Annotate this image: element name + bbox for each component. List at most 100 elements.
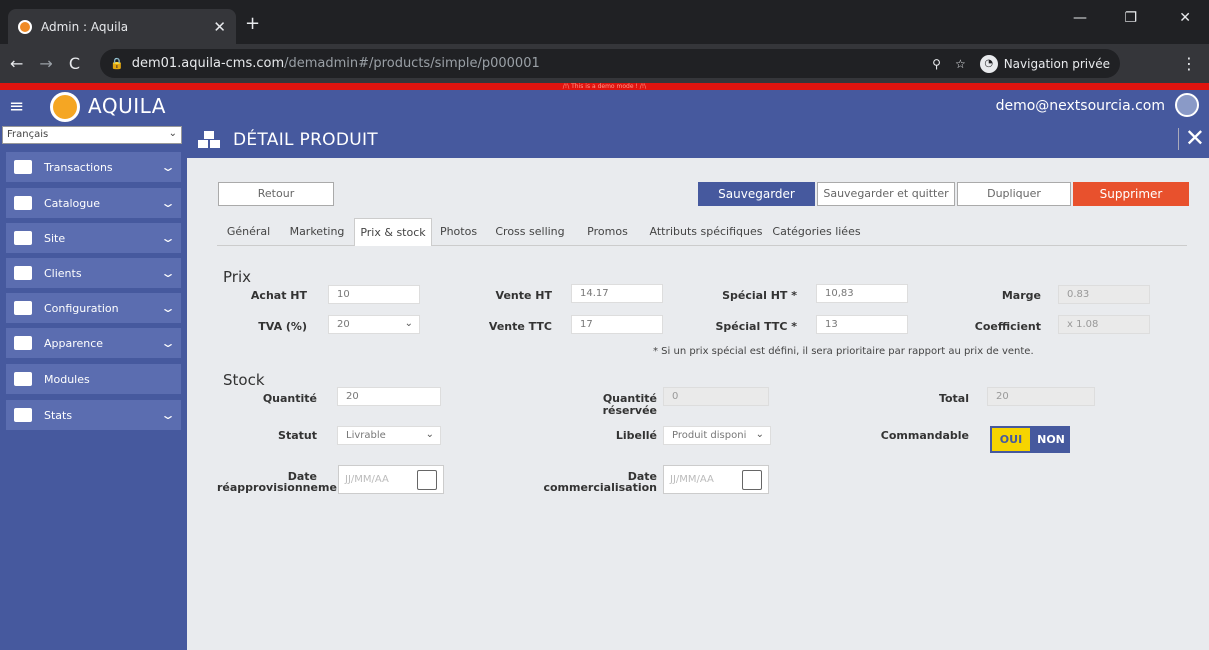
tab-categories[interactable]: Catégories liées (772, 218, 861, 246)
url-host: dem01.aquila-cms.com (131, 56, 285, 71)
special-ttc-input[interactable]: 13 (816, 315, 908, 334)
tab-marketing[interactable]: Marketing (280, 218, 354, 246)
total-field: 20 (987, 387, 1095, 406)
achat-ht-input[interactable]: 10 (328, 285, 420, 304)
reservee-label-2: réservée (602, 404, 657, 417)
incognito-indicator[interactable]: ◔ Navigation privée (979, 55, 1110, 73)
sidebar-item-site[interactable]: Site ⌄ (6, 223, 181, 253)
browser-tab-title: Admin : Aquila (41, 19, 129, 34)
incognito-label: Navigation privée (1003, 57, 1110, 71)
back-arrow-icon[interactable]: ← (10, 54, 23, 73)
calendar-icon[interactable] (742, 470, 762, 490)
sidebar-item-label: Catalogue (44, 196, 100, 210)
total-label: Total (938, 392, 969, 405)
hamburger-menu-icon[interactable]: ≡ (9, 96, 24, 117)
new-tab-icon[interactable]: + (245, 13, 260, 34)
favicon-icon (18, 19, 32, 34)
libelle-select-value: Produit disponi (672, 430, 747, 441)
close-icon[interactable]: ✕ (1185, 124, 1205, 152)
tva-label: TVA (%) (258, 320, 307, 333)
database-icon (14, 196, 32, 210)
lock-icon: 🔒 (110, 57, 124, 70)
zoom-icon[interactable]: ⚲ (932, 57, 941, 71)
language-select[interactable]: Français ⌄ (2, 126, 182, 144)
chevron-down-icon: ⌄ (159, 160, 177, 174)
minimize-icon[interactable]: — (1073, 10, 1087, 26)
boxes-icon (198, 131, 220, 148)
reservee-field: 0 (663, 387, 769, 406)
brand-name: AQUILA (88, 94, 166, 118)
url-path: /demadmin#/products/simple/p000001 (284, 56, 540, 71)
chevron-down-icon: ⌄ (755, 429, 764, 440)
sidebar-item-modules[interactable]: Modules (6, 364, 181, 394)
save-button[interactable]: Sauvegarder (698, 182, 815, 206)
sidebar-item-clients[interactable]: Clients ⌄ (6, 258, 181, 288)
browser-tab[interactable]: Admin : Aquila ✕ (8, 9, 236, 44)
back-button[interactable]: Retour (218, 182, 334, 206)
handshake-icon (14, 160, 32, 174)
date-reappro-placeholder: JJ/MM/AA (345, 474, 389, 485)
forward-arrow-icon[interactable]: → (39, 54, 52, 73)
chevron-down-icon: ⌄ (425, 429, 434, 440)
close-tab-icon[interactable]: ✕ (213, 18, 226, 36)
tab-general[interactable]: Général (217, 218, 280, 246)
monitor-icon (14, 336, 32, 350)
delete-button[interactable]: Supprimer (1073, 182, 1189, 206)
sidebar-item-transactions[interactable]: Transactions ⌄ (6, 152, 181, 182)
sidebar-item-catalogue[interactable]: Catalogue ⌄ (6, 188, 181, 218)
commandable-toggle[interactable]: OUI NON (990, 426, 1070, 453)
url-field[interactable]: 🔒 dem01.aquila-cms.com /demadmin#/produc… (100, 49, 1120, 78)
special-ht-input[interactable]: 10,83 (816, 284, 908, 303)
sidebar-item-label: Site (44, 231, 66, 245)
commandable-label: Commandable (880, 429, 969, 442)
sidebar-item-label: Transactions (44, 160, 113, 174)
date-comm-placeholder: JJ/MM/AA (670, 474, 714, 485)
star-icon[interactable]: ☆ (955, 57, 966, 71)
chevron-down-icon: ⌄ (159, 266, 177, 280)
stock-heading: Stock (223, 371, 265, 389)
marge-label: Marge (1001, 289, 1041, 302)
user-avatar-icon[interactable] (1175, 93, 1199, 117)
wrench-icon (14, 301, 32, 315)
libelle-select[interactable]: Produit disponi ⌄ (663, 426, 771, 445)
sidebar-item-configuration[interactable]: Configuration ⌄ (6, 293, 181, 323)
calendar-icon[interactable] (417, 470, 437, 490)
statut-select[interactable]: Livrable ⌄ (337, 426, 441, 445)
special-ht-label: Spécial HT * (722, 289, 797, 302)
statut-label: Statut (278, 429, 317, 442)
sidebar-item-label: Clients (44, 266, 82, 280)
divider (1178, 128, 1179, 150)
date-comm-input[interactable]: JJ/MM/AA (663, 465, 769, 494)
reload-icon[interactable]: C (69, 54, 80, 73)
duplicate-button[interactable]: Dupliquer (957, 182, 1071, 206)
sidebar-item-label: Modules (44, 372, 90, 386)
sidebar-item-label: Apparence (44, 336, 104, 350)
date-reappro-input[interactable]: JJ/MM/AA (338, 465, 444, 494)
product-tabs: Général Marketing Prix & stock Photos Cr… (217, 218, 1187, 246)
prix-heading: Prix (223, 268, 251, 286)
restore-icon[interactable]: ❐ (1124, 10, 1137, 26)
user-email[interactable]: demo@nextsourcia.com (996, 98, 1165, 114)
vente-ht-input[interactable]: 14.17 (571, 284, 663, 303)
tab-attributs[interactable]: Attributs spécifiques (640, 218, 772, 246)
coefficient-field: x 1.08 (1058, 315, 1150, 334)
save-quit-button[interactable]: Sauvegarder et quitter (817, 182, 955, 206)
tab-cross-selling[interactable]: Cross selling (485, 218, 575, 246)
toggle-oui[interactable]: OUI (990, 426, 1032, 453)
close-window-icon[interactable]: ✕ (1179, 10, 1191, 26)
tab-photos[interactable]: Photos (432, 218, 485, 246)
tab-prix-stock[interactable]: Prix & stock (354, 218, 432, 246)
marge-field: 0.83 (1058, 285, 1150, 304)
page-title: DÉTAIL PRODUIT (233, 130, 378, 150)
sidebar-item-stats[interactable]: Stats ⌄ (6, 400, 181, 430)
special-ttc-label: Spécial TTC * (715, 320, 798, 333)
tab-promos[interactable]: Promos (575, 218, 640, 246)
browser-menu-icon[interactable]: ⋮ (1181, 54, 1197, 73)
toggle-non[interactable]: NON (1032, 426, 1070, 453)
tva-select[interactable]: 20 ⌄ (328, 315, 420, 334)
vente-ttc-input[interactable]: 17 (571, 315, 663, 334)
monitor-icon (14, 231, 32, 245)
sidebar-item-apparence[interactable]: Apparence ⌄ (6, 328, 181, 358)
quantite-input[interactable]: 20 (337, 387, 441, 406)
bar-chart-icon (14, 408, 32, 422)
